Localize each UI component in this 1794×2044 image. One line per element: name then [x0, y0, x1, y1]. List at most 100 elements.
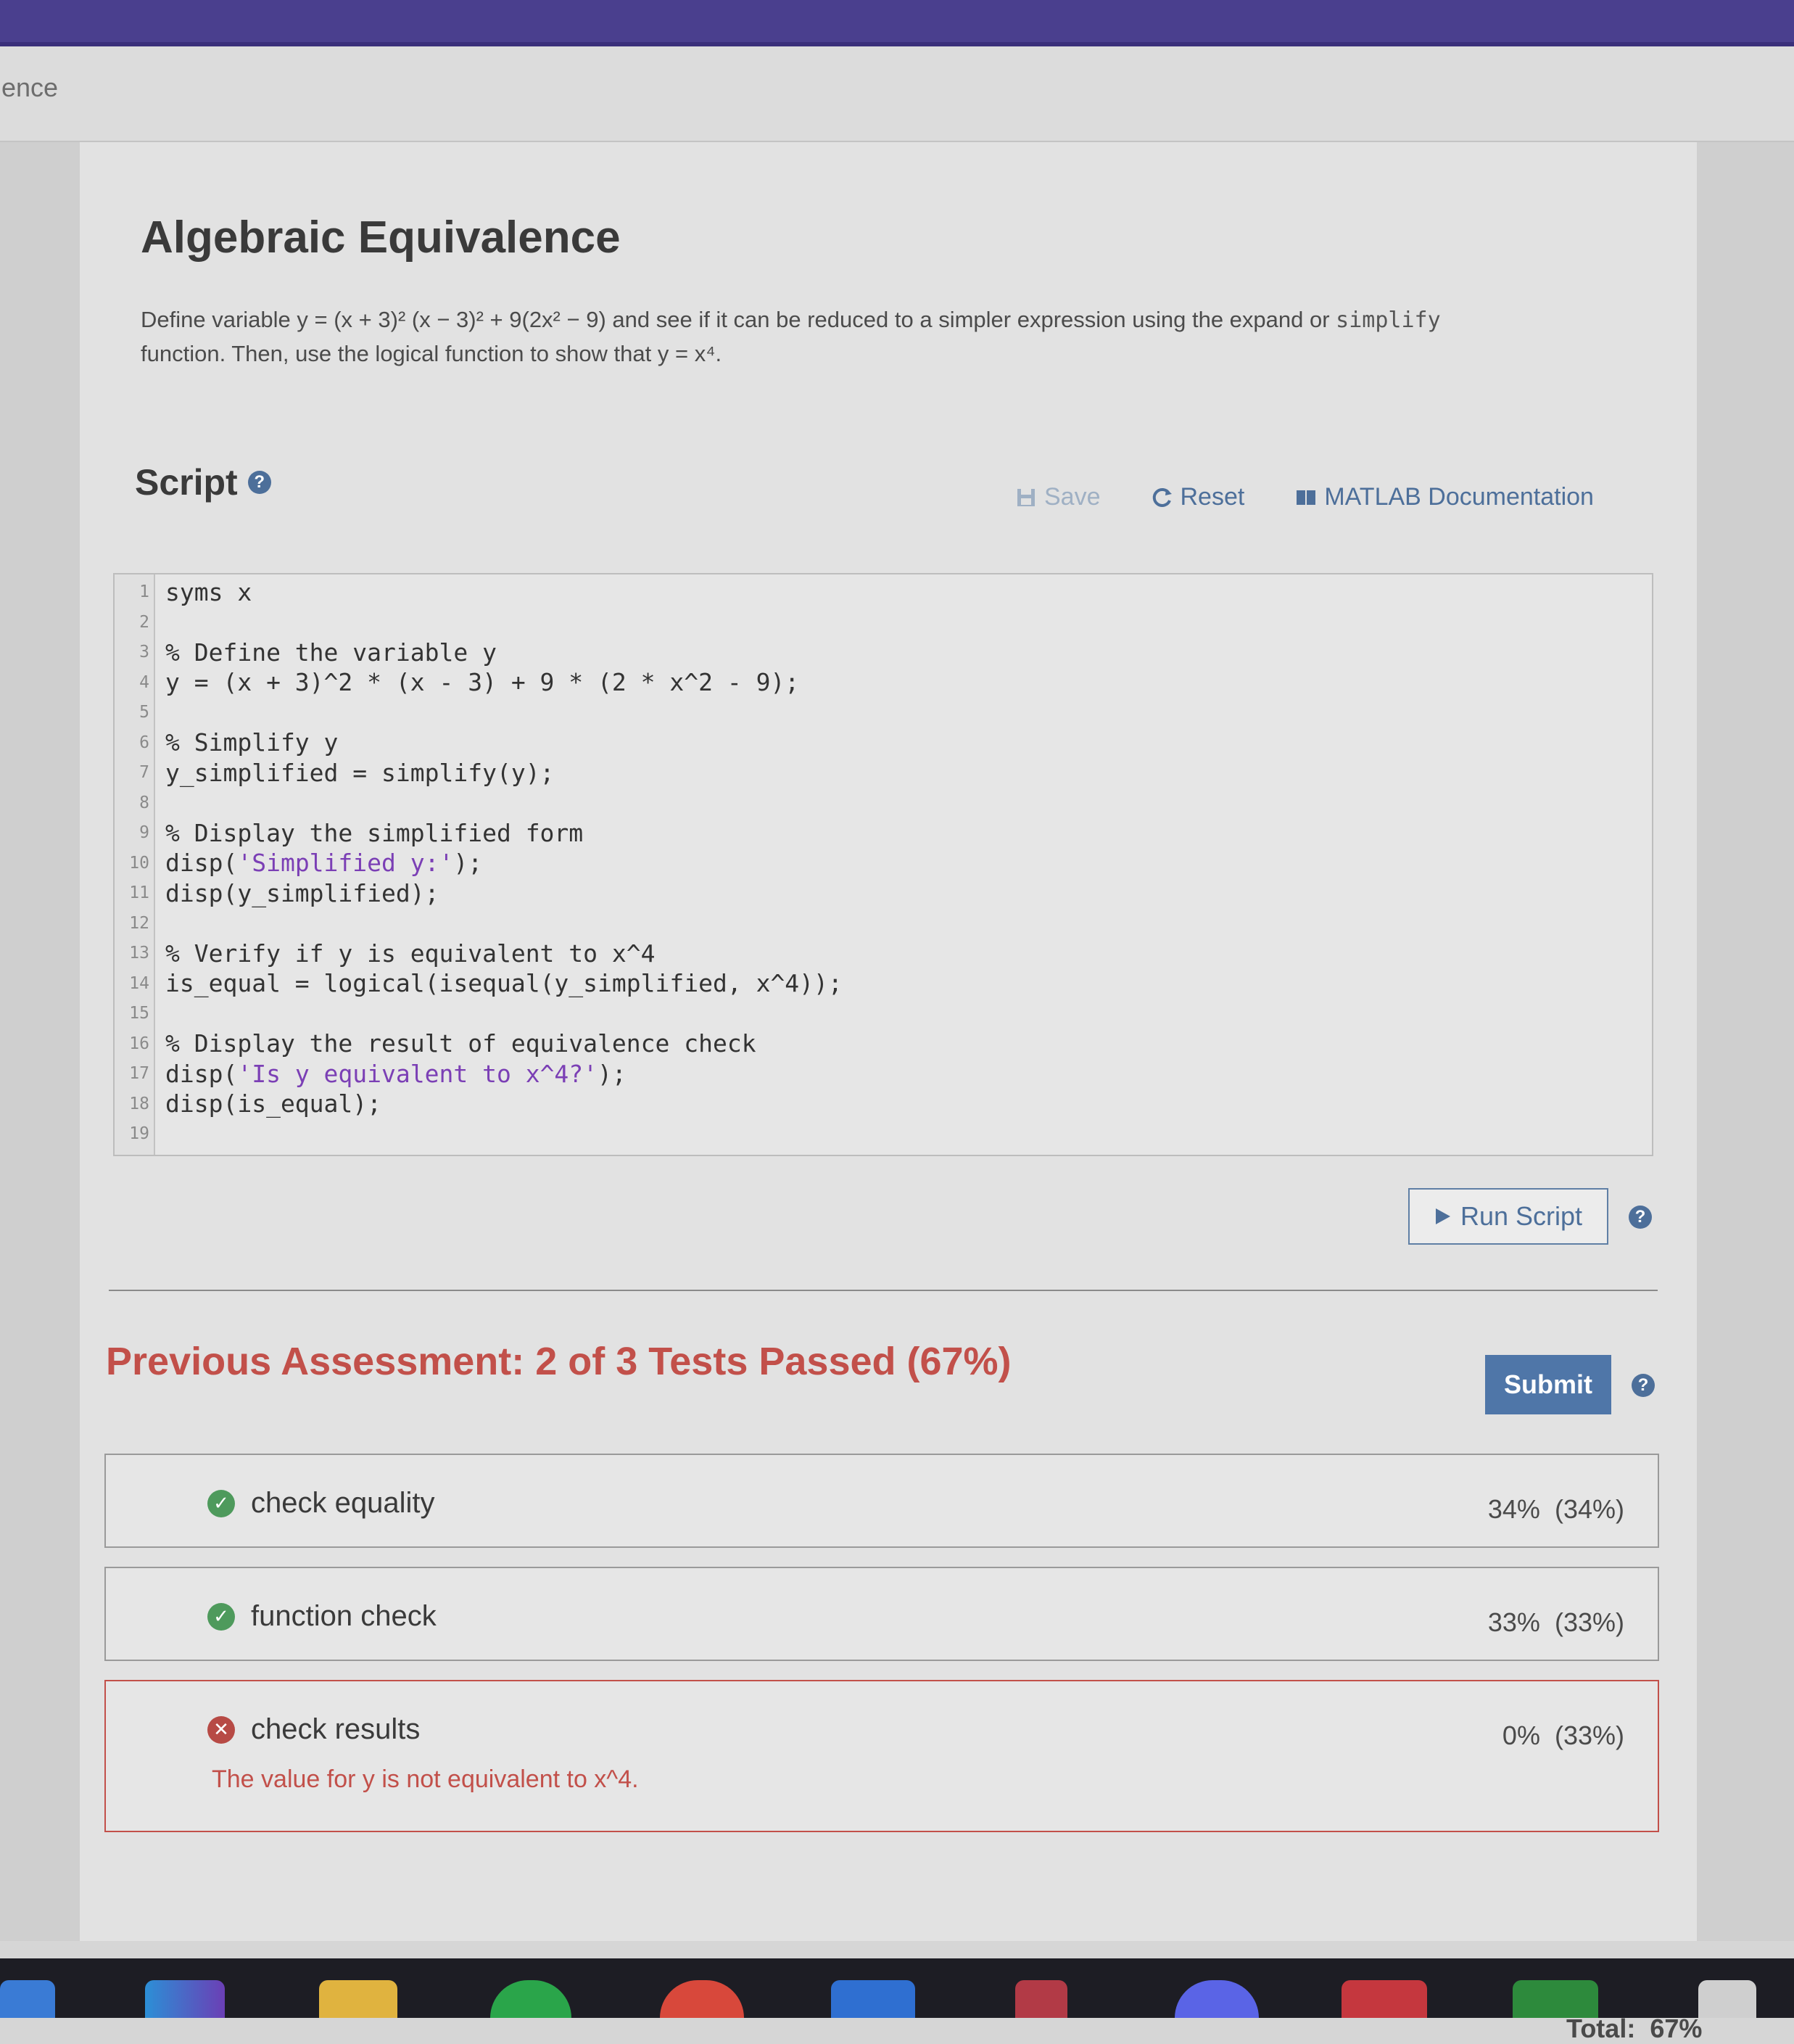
section-divider: [109, 1290, 1658, 1291]
app-red-icon[interactable]: [1342, 1980, 1427, 2018]
browser-tab-strip: ence: [0, 46, 1794, 142]
line-number: 8: [139, 793, 149, 812]
chrome-icon[interactable]: [660, 1980, 744, 2018]
code-segment: );: [453, 849, 483, 877]
run-help-icon[interactable]: ?: [1629, 1206, 1652, 1229]
test-result-function-check[interactable]: ✓ function check 33% (33%): [104, 1567, 1659, 1661]
submit-button[interactable]: Submit: [1485, 1355, 1611, 1414]
test-name-label: function check: [251, 1600, 437, 1632]
code-line[interactable]: 1 syms x: [115, 577, 252, 606]
code-segment: disp(: [165, 849, 238, 877]
code-line[interactable]: 12: [115, 910, 165, 936]
test-name-label: check equality: [251, 1487, 435, 1519]
test-score: 34% (34%): [1488, 1494, 1624, 1525]
line-number: 9: [139, 823, 149, 842]
test-result-check-equality[interactable]: ✓ check equality 34% (34%): [104, 1454, 1659, 1548]
test-name: ✕ check results: [207, 1713, 420, 1746]
code-line[interactable]: 4 y = (x + 3)^2 * (x - 3) + 9 * (2 * x^2 …: [115, 668, 799, 696]
line-number: 19: [129, 1124, 149, 1143]
settings-icon[interactable]: [1698, 1980, 1756, 2018]
test-score-value: 34%: [1487, 1494, 1540, 1524]
save-button[interactable]: Save: [1015, 483, 1101, 511]
discord-icon[interactable]: [1175, 1980, 1259, 2018]
code-editor[interactable]: 1 syms x 2 3 % Define the variable y 4 y = (x …: [113, 573, 1653, 1156]
test-name: ✓ check equality: [207, 1487, 434, 1520]
code-line[interactable]: 8: [115, 790, 165, 816]
desc-end: .: [715, 341, 722, 366]
code-line[interactable]: 17 disp('Is y equivalent to x^4?');: [115, 1059, 627, 1088]
code-line[interactable]: 15: [115, 1000, 165, 1026]
run-script-button[interactable]: Run Script: [1408, 1188, 1608, 1245]
string-literal: 'Simplified y:': [237, 849, 454, 877]
code-segment: disp(: [165, 1059, 238, 1088]
test-score-weight: (33%): [1554, 1607, 1624, 1637]
line-number: 1: [139, 582, 149, 601]
app-icon[interactable]: [831, 1980, 915, 2018]
code-line[interactable]: 2: [115, 609, 165, 635]
test-score-weight: (34%): [1554, 1494, 1624, 1524]
code-text: % Simplify y: [165, 728, 339, 757]
reset-button[interactable]: Reset: [1152, 483, 1245, 511]
code-text: % Verify if y is equivalent to x^4: [165, 939, 656, 968]
pin-icon[interactable]: [1015, 1980, 1067, 2018]
test-result-check-results[interactable]: ✕ check results 0% (33%) The value for y…: [104, 1680, 1659, 1832]
save-label: Save: [1044, 483, 1101, 511]
windows-icon[interactable]: [0, 1980, 55, 2018]
line-number: 3: [139, 643, 149, 662]
desc-equation: y = (x + 3)² (x − 3)² + 9(2x² − 9): [297, 307, 606, 332]
code-line[interactable]: 9 % Display the simplified form: [115, 819, 583, 847]
desc-code-word: simplify: [1336, 308, 1441, 333]
edge-icon[interactable]: [145, 1980, 225, 2018]
save-icon: [1017, 488, 1035, 506]
code-text: % Define the variable y: [165, 638, 497, 667]
desc-text-2: and see if it can be reduced to a simple…: [605, 307, 1336, 332]
play-icon: [1435, 1208, 1450, 1224]
help-icon[interactable]: ?: [247, 471, 271, 494]
line-number: 12: [129, 913, 149, 933]
line-number: 4: [139, 672, 149, 692]
code-segment: );: [598, 1059, 627, 1088]
browser-top-bar: [0, 0, 1794, 46]
code-line[interactable]: 6 % Simplify y: [115, 728, 339, 757]
code-line[interactable]: 7 y_simplified = simplify(y);: [115, 758, 555, 787]
code-line[interactable]: 18 disp(is_equal);: [115, 1089, 382, 1118]
line-number: 18: [129, 1094, 149, 1113]
code-line[interactable]: 13 % Verify if y is equivalent to x^4: [115, 939, 656, 968]
reset-icon: [1152, 487, 1172, 507]
check-circle-icon: ✓: [207, 1602, 235, 1631]
page-title: Algebraic Equivalence: [141, 213, 621, 263]
desc-text-1: Define variable: [141, 307, 297, 332]
submit-help-icon[interactable]: ?: [1632, 1374, 1655, 1397]
code-line[interactable]: 10 disp('Simplified y:');: [115, 849, 483, 877]
tab-title[interactable]: ence: [1, 73, 58, 103]
spotify-icon[interactable]: [490, 1980, 571, 2018]
book-icon: [1297, 490, 1316, 505]
code-text: y_simplified = simplify(y);: [165, 758, 555, 787]
app-green-icon[interactable]: [1513, 1980, 1598, 2018]
line-number: 6: [139, 733, 149, 752]
code-text: disp(y_simplified);: [165, 878, 439, 907]
x-circle-icon: ✕: [207, 1715, 235, 1744]
reset-label: Reset: [1180, 483, 1245, 511]
code-line[interactable]: 3 % Define the variable y: [115, 638, 497, 667]
code-line[interactable]: 19: [115, 1121, 165, 1147]
code-line[interactable]: 5: [115, 699, 165, 725]
matlab-documentation-link[interactable]: MATLAB Documentation: [1295, 483, 1594, 511]
line-number: 17: [129, 1064, 149, 1083]
code-line[interactable]: 14 is_equal = logical(isequal(y_simplifie…: [115, 969, 842, 997]
code-line[interactable]: 11 disp(y_simplified);: [115, 878, 439, 907]
desc-target: y = x⁴: [657, 341, 716, 366]
file-explorer-icon[interactable]: [319, 1980, 397, 2018]
code-text: disp(is_equal);: [165, 1089, 382, 1118]
page-left-margin: [0, 142, 80, 1941]
code-text: syms x: [165, 577, 252, 606]
check-circle-icon: ✓: [207, 1489, 235, 1517]
script-heading: Script ?: [135, 461, 271, 503]
docs-label: MATLAB Documentation: [1324, 483, 1594, 511]
total-score: Total: 67%: [1566, 2014, 1702, 2044]
test-name-label: check results: [251, 1713, 421, 1745]
code-line[interactable]: 16 % Display the result of equivalence ch…: [115, 1029, 756, 1058]
script-heading-label: Script: [135, 462, 238, 503]
test-score: 0% (33%): [1502, 1720, 1624, 1751]
line-number: 5: [139, 703, 149, 722]
